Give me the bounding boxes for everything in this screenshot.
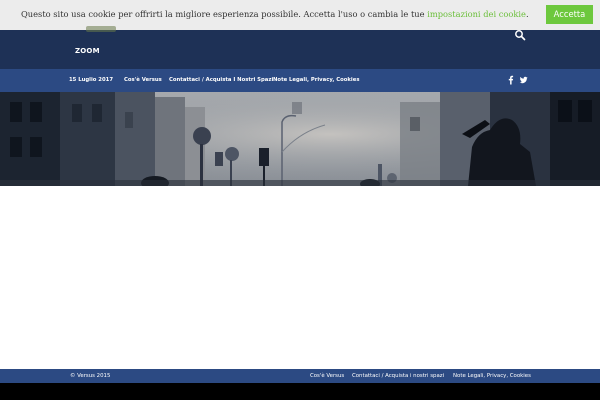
nav-item-zoom[interactable]: ZOOM xyxy=(75,47,100,55)
accept-cookies-button[interactable]: Accetta xyxy=(546,5,593,24)
current-date: 15 Luglio 2017 xyxy=(69,77,114,83)
cookie-text-before: Questo sito usa cookie per offrirti la m… xyxy=(21,9,428,19)
cookie-settings-link[interactable]: impostazioni dei cookie xyxy=(427,9,526,19)
twitter-icon[interactable] xyxy=(519,75,528,85)
menu-item-note-legali[interactable]: Note Legali, Privacy, Cookies xyxy=(273,77,360,83)
search-icon[interactable] xyxy=(514,29,526,41)
site-header: ZOOM xyxy=(0,26,600,69)
cookie-message: Questo sito usa cookie per offrirti la m… xyxy=(21,9,529,19)
footer-copyright: © Versus 2015 xyxy=(70,373,111,379)
footer-link-contattaci[interactable]: Contattaci / Acquista i nostri spazi xyxy=(352,373,444,379)
top-bar: 15 Luglio 2017 Cos'è Versus Contattaci /… xyxy=(0,69,600,92)
site-footer: © Versus 2015 Cos'è Versus Contattaci / … xyxy=(0,369,600,383)
menu-item-contattaci[interactable]: Contattaci / Acquista I Nostri Spazi xyxy=(169,77,273,83)
cookie-text-after: . xyxy=(525,9,529,19)
footer-link-cos-e-versus[interactable]: Cos'è Versus xyxy=(310,373,344,379)
menu-item-cos-e-versus[interactable]: Cos'è Versus xyxy=(124,77,162,83)
site-logo[interactable] xyxy=(86,22,116,32)
footer-link-note-legali[interactable]: Note Legali, Privacy, Cookies xyxy=(453,373,531,379)
hero-image xyxy=(0,92,600,186)
bottom-strip xyxy=(0,383,600,400)
street-scene-image xyxy=(0,92,600,186)
facebook-icon[interactable] xyxy=(507,75,515,85)
